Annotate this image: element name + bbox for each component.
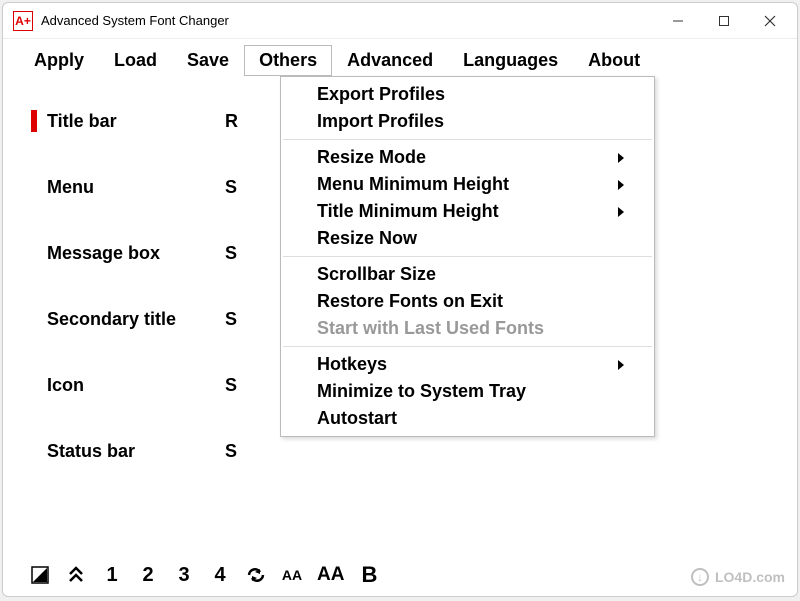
dropdown-separator — [283, 346, 652, 347]
maximize-button[interactable] — [701, 5, 747, 37]
triangle-icon[interactable] — [29, 566, 51, 584]
minimize-button[interactable] — [655, 5, 701, 37]
row-label: Menu — [47, 177, 225, 198]
dd-minimize-tray[interactable]: Minimize to System Tray — [281, 378, 654, 405]
app-window: A+ Advanced System Font Changer Apply Lo… — [2, 2, 798, 597]
row-label: Icon — [47, 375, 225, 396]
app-icon-text: A+ — [15, 15, 31, 27]
row-label: Status bar — [47, 441, 225, 462]
dd-export-profiles[interactable]: Export Profiles — [281, 81, 654, 108]
menu-advanced[interactable]: Advanced — [332, 45, 448, 76]
row-value: S — [225, 243, 237, 264]
font-size-small-button[interactable]: AA — [281, 567, 303, 583]
preset-3-button[interactable]: 3 — [173, 564, 195, 587]
row-label: Secondary title — [47, 309, 225, 330]
double-chevron-up-icon[interactable] — [65, 566, 87, 584]
row-label: Message box — [47, 243, 225, 264]
refresh-icon[interactable] — [245, 566, 267, 584]
dd-hotkeys[interactable]: Hotkeys — [281, 351, 654, 378]
watermark: ↓ LO4D.com — [691, 568, 785, 586]
others-dropdown: Export Profiles Import Profiles Resize M… — [280, 76, 655, 437]
watermark-text: LO4D.com — [715, 569, 785, 585]
submenu-arrow-icon — [618, 180, 624, 190]
menu-others[interactable]: Others — [244, 45, 332, 76]
menu-load[interactable]: Load — [99, 45, 172, 76]
preset-4-button[interactable]: 4 — [209, 564, 231, 587]
preset-2-button[interactable]: 2 — [137, 564, 159, 587]
app-icon: A+ — [13, 11, 33, 31]
dd-import-profiles[interactable]: Import Profiles — [281, 108, 654, 135]
dd-restore-fonts-exit[interactable]: Restore Fonts on Exit — [281, 288, 654, 315]
dropdown-separator — [283, 256, 652, 257]
bold-button[interactable]: B — [358, 562, 380, 588]
dd-menu-min-height[interactable]: Menu Minimum Height — [281, 171, 654, 198]
row-value: S — [225, 177, 237, 198]
dd-start-last-fonts: Start with Last Used Fonts — [281, 315, 654, 342]
submenu-arrow-icon — [618, 153, 624, 163]
window-controls — [655, 5, 793, 37]
submenu-arrow-icon — [618, 360, 624, 370]
close-button[interactable] — [747, 5, 793, 37]
dd-autostart[interactable]: Autostart — [281, 405, 654, 432]
dd-resize-now[interactable]: Resize Now — [281, 225, 654, 252]
dropdown-separator — [283, 139, 652, 140]
menu-languages[interactable]: Languages — [448, 45, 573, 76]
row-value: R — [225, 111, 238, 132]
dd-title-min-height[interactable]: Title Minimum Height — [281, 198, 654, 225]
menu-apply[interactable]: Apply — [19, 45, 99, 76]
font-size-large-button[interactable]: AA — [317, 564, 344, 586]
preset-1-button[interactable]: 1 — [101, 564, 123, 587]
menu-save[interactable]: Save — [172, 45, 244, 76]
titlebar: A+ Advanced System Font Changer — [3, 3, 797, 39]
selection-marker — [31, 110, 37, 132]
menu-about[interactable]: About — [573, 45, 655, 76]
submenu-arrow-icon — [618, 207, 624, 217]
dd-scrollbar-size[interactable]: Scrollbar Size — [281, 261, 654, 288]
download-icon: ↓ — [691, 568, 709, 586]
row-value: S — [225, 441, 237, 462]
dd-resize-mode[interactable]: Resize Mode — [281, 144, 654, 171]
row-value: S — [225, 375, 237, 396]
app-title: Advanced System Font Changer — [41, 13, 229, 28]
row-label: Title bar — [47, 111, 225, 132]
row-value: S — [225, 309, 237, 330]
bottom-toolbar: 1 2 3 4 AA AA B — [3, 554, 797, 596]
